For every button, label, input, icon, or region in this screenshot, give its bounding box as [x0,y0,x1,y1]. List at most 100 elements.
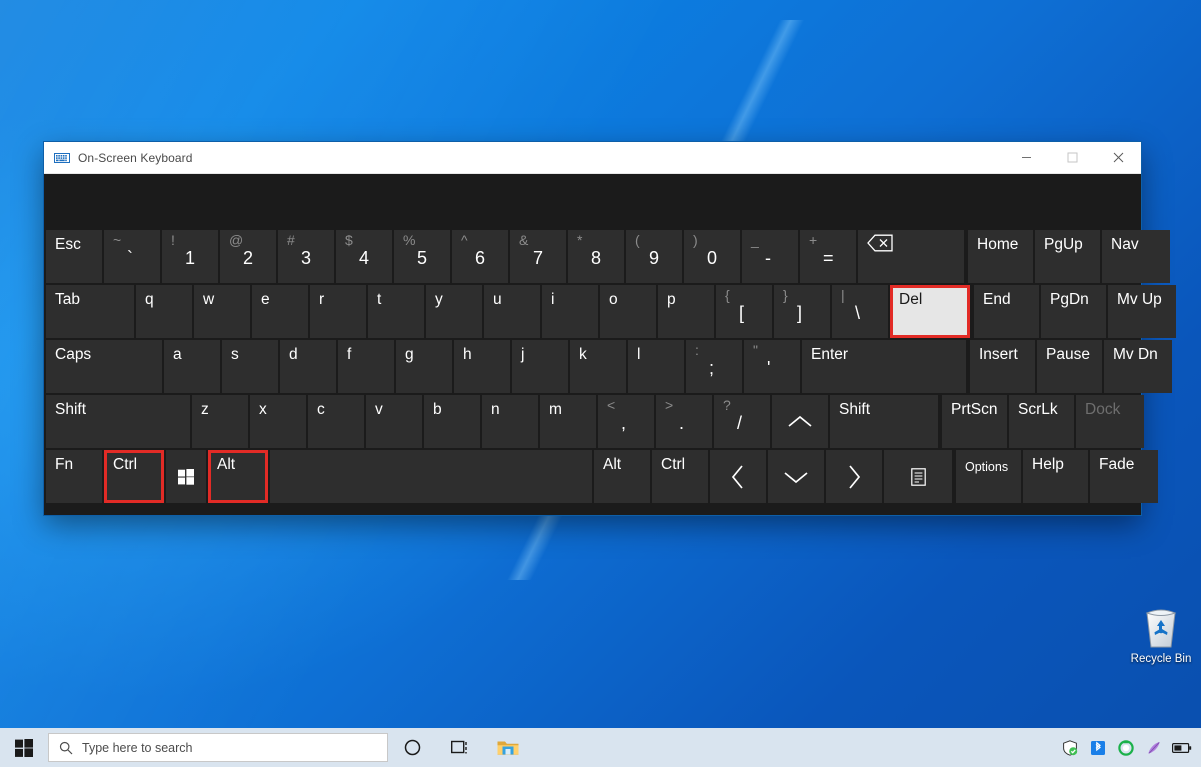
key-key-p[interactable]: p [658,285,714,338]
key-key-y[interactable]: y [426,285,482,338]
key-key-u[interactable]: u [484,285,540,338]
key-menu[interactable] [884,450,952,503]
key-delete[interactable]: Del [890,285,970,338]
key-space[interactable] [270,450,592,503]
key-slash[interactable]: ?/ [714,395,770,448]
minimize-button[interactable] [1003,142,1049,174]
key-key-z[interactable]: z [192,395,248,448]
key-alt-right[interactable]: Alt [594,450,650,503]
key-key-w[interactable]: w [194,285,250,338]
key-ctrl-left[interactable]: Ctrl [104,450,164,503]
key-digit5[interactable]: %5 [394,230,450,283]
key-mvdn[interactable]: Mv Dn [1104,340,1172,393]
key-fn[interactable]: Fn [46,450,102,503]
key-key-a[interactable]: a [164,340,220,393]
key-key-h[interactable]: h [454,340,510,393]
key-key-d[interactable]: d [280,340,336,393]
key-backquote[interactable]: ~` [104,230,160,283]
key-key-b[interactable]: b [424,395,480,448]
key-capslock[interactable]: Caps [46,340,162,393]
key-bracketright[interactable]: }] [774,285,830,338]
key-help[interactable]: Help [1023,450,1088,503]
key-period[interactable]: >. [656,395,712,448]
key-arrow-up[interactable] [772,395,828,448]
key-arrow-right[interactable] [826,450,882,503]
key-arrow-down[interactable] [768,450,824,503]
key-digit9[interactable]: (9 [626,230,682,283]
key-arrow-left[interactable] [710,450,766,503]
key-key-v[interactable]: v [366,395,422,448]
key-key-s[interactable]: s [222,340,278,393]
key-key-t[interactable]: t [368,285,424,338]
bluetooth-icon[interactable] [1085,728,1111,767]
key-shift-right[interactable]: Shift [830,395,938,448]
key-key-f[interactable]: f [338,340,394,393]
key-enter[interactable]: Enter [802,340,966,393]
key-key-g[interactable]: g [396,340,452,393]
key-tab[interactable]: Tab [46,285,134,338]
key-key-r[interactable]: r [310,285,366,338]
key-bracketleft[interactable]: {[ [716,285,772,338]
key-digit6[interactable]: ^6 [452,230,508,283]
key-fade[interactable]: Fade [1090,450,1158,503]
key-minus[interactable]: _- [742,230,798,283]
key-key-n[interactable]: n [482,395,538,448]
key-primary-label: 9 [649,248,659,269]
key-semicolon[interactable]: :; [686,340,742,393]
key-win[interactable] [166,450,206,503]
key-alt-left[interactable]: Alt [208,450,268,503]
key-pgup[interactable]: PgUp [1035,230,1100,283]
key-digit0[interactable]: )0 [684,230,740,283]
file-explorer-button[interactable] [484,728,532,767]
window-titlebar[interactable]: On-Screen Keyboard [44,142,1141,174]
key-mvup[interactable]: Mv Up [1108,285,1176,338]
key-comma[interactable]: <, [598,395,654,448]
search-input[interactable]: Type here to search [48,733,388,762]
key-end[interactable]: End [974,285,1039,338]
key-digit2[interactable]: @2 [220,230,276,283]
task-view-button[interactable] [436,728,484,767]
key-key-o[interactable]: o [600,285,656,338]
desktop-icon-recycle-bin[interactable]: Recycle Bin [1117,603,1201,666]
key-backslash[interactable]: |\ [832,285,888,338]
key-home[interactable]: Home [968,230,1033,283]
key-pause[interactable]: Pause [1037,340,1102,393]
key-nav[interactable]: Nav [1102,230,1170,283]
key-backspace[interactable] [858,230,964,283]
feather-icon[interactable] [1141,728,1167,767]
key-key-e[interactable]: e [252,285,308,338]
key-key-l[interactable]: l [628,340,684,393]
key-digit3[interactable]: #3 [278,230,334,283]
key-scrlk[interactable]: ScrLk [1009,395,1074,448]
key-esc[interactable]: Esc [46,230,102,283]
security-shield-icon[interactable] [1057,728,1083,767]
key-key-q[interactable]: q [136,285,192,338]
key-digit4[interactable]: $4 [336,230,392,283]
key-key-m[interactable]: m [540,395,596,448]
maximize-button[interactable] [1049,142,1095,174]
key-insert[interactable]: Insert [970,340,1035,393]
key-key-k[interactable]: k [570,340,626,393]
cortana-button[interactable] [388,728,436,767]
key-primary-label: 7 [533,248,543,269]
key-key-i[interactable]: i [542,285,598,338]
key-quote[interactable]: "' [744,340,800,393]
key-digit7[interactable]: &7 [510,230,566,283]
key-digit8[interactable]: *8 [568,230,624,283]
key-key-x[interactable]: x [250,395,306,448]
close-button[interactable] [1095,142,1141,174]
key-equal[interactable]: += [800,230,856,283]
key-key-c[interactable]: c [308,395,364,448]
key-key-j[interactable]: j [512,340,568,393]
battery-icon[interactable] [1169,728,1195,767]
key-prtscn[interactable]: PrtScn [942,395,1007,448]
cortana-icon [404,739,421,756]
key-options[interactable]: Options [956,450,1021,503]
sync-icon[interactable] [1113,728,1139,767]
key-digit1[interactable]: !1 [162,230,218,283]
key-ctrl-right[interactable]: Ctrl [652,450,708,503]
key-shift-left[interactable]: Shift [46,395,190,448]
key-pgdn[interactable]: PgDn [1041,285,1106,338]
start-button[interactable] [0,728,48,767]
key-dock[interactable]: Dock [1076,395,1144,448]
